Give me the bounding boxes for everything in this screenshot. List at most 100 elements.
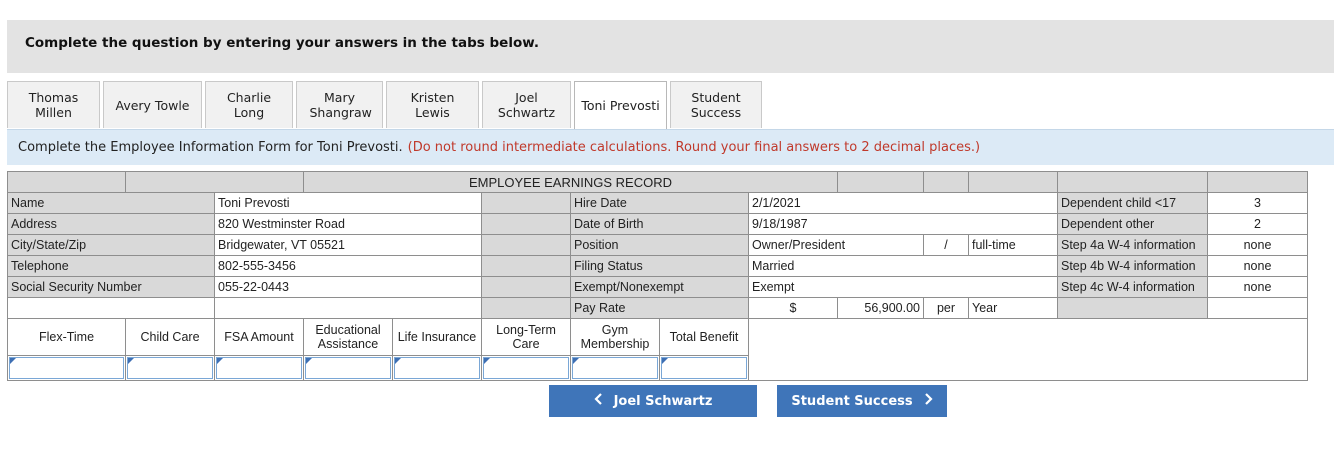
header-flex-time: Flex-Time — [7, 318, 126, 356]
tab-label: Student Success — [690, 90, 742, 120]
label-name: Name — [7, 192, 215, 214]
header-cell — [1057, 171, 1208, 193]
pay-currency: $ — [748, 297, 838, 319]
label-step-4b: Step 4b W-4 information — [1057, 255, 1208, 277]
label-step-4c: Step 4c W-4 information — [1057, 276, 1208, 298]
long-term-care-cell — [481, 355, 571, 381]
total-benefit-input[interactable] — [661, 357, 747, 379]
life-insurance-cell — [392, 355, 482, 381]
tab-thomas-millen[interactable]: Thomas Millen — [7, 81, 100, 128]
next-tab-button[interactable]: Student Success — [777, 385, 947, 417]
header-fsa-amount: FSA Amount — [214, 318, 304, 356]
banner-text: Complete the question by entering your a… — [25, 35, 539, 51]
header-educational-assistance: Educational Assistance — [303, 318, 393, 356]
empty-cell — [7, 297, 215, 319]
value-city: Bridgewater, VT 05521 — [214, 234, 482, 256]
value-filing-status: Married — [748, 255, 1058, 277]
spacer-cell — [481, 276, 571, 298]
instruction-bar: Complete the Employee Information Form f… — [7, 129, 1334, 165]
child-care-cell — [125, 355, 215, 381]
spacer-cell — [481, 213, 571, 235]
tab-student-success[interactable]: Student Success — [670, 81, 762, 128]
chevron-right-icon — [923, 393, 933, 409]
spacer-cell — [481, 255, 571, 277]
header-cell — [125, 171, 304, 193]
prev-tab-label: Joel Schwartz — [613, 393, 713, 409]
value-address: 820 Westminster Road — [214, 213, 482, 235]
value-step-4a: none — [1207, 234, 1308, 256]
label-dependent-other: Dependent other — [1057, 213, 1208, 235]
question-banner: Complete the question by entering your a… — [7, 20, 1334, 73]
label-position: Position — [570, 234, 749, 256]
record-title: EMPLOYEE EARNINGS RECORD — [303, 171, 838, 193]
value-ssn: 055-22-0443 — [214, 276, 482, 298]
spacer-cell — [1057, 297, 1208, 319]
long-term-care-input[interactable] — [483, 357, 569, 379]
prev-tab-button[interactable]: Joel Schwartz — [549, 385, 757, 417]
spacer-cell — [481, 297, 571, 319]
value-name: Toni Prevosti — [214, 192, 482, 214]
spacer-cell — [481, 192, 571, 214]
value-exempt: Exempt — [748, 276, 1058, 298]
value-position-type: full-time — [968, 234, 1058, 256]
label-telephone: Telephone — [7, 255, 215, 277]
fsa-amount-input[interactable] — [216, 357, 302, 379]
header-child-care: Child Care — [125, 318, 215, 356]
header-total-benefit: Total Benefit — [659, 318, 749, 356]
next-tab-label: Student Success — [791, 393, 913, 409]
instruction-text: Complete the Employee Information Form f… — [18, 140, 403, 155]
tab-charlie-long[interactable]: Charlie Long — [205, 81, 293, 128]
educational-assistance-input[interactable] — [305, 357, 391, 379]
tab-avery-towle[interactable]: Avery Towle — [103, 81, 202, 128]
header-gym-membership: Gym Membership — [570, 318, 660, 356]
fsa-amount-cell — [214, 355, 304, 381]
label-step-4a: Step 4a W-4 information — [1057, 234, 1208, 256]
pay-amount: 56,900.00 — [837, 297, 924, 319]
child-care-input[interactable] — [127, 357, 213, 379]
life-insurance-input[interactable] — [394, 357, 480, 379]
label-hire-date: Hire Date — [570, 192, 749, 214]
tab-label: Mary Shangraw — [309, 90, 372, 120]
header-long-term-care: Long-Term Care — [481, 318, 571, 356]
pay-per: per — [923, 297, 969, 319]
header-cell — [7, 171, 126, 193]
flex-time-input[interactable] — [9, 357, 124, 379]
label-filing-status: Filing Status — [570, 255, 749, 277]
empty-cell — [214, 297, 482, 319]
value-hire-date: 2/1/2021 — [748, 192, 1058, 214]
label-exempt: Exempt/Nonexempt — [570, 276, 749, 298]
label-dependent-child: Dependent child <17 — [1057, 192, 1208, 214]
tab-toni-prevosti[interactable]: Toni Prevosti — [574, 81, 667, 129]
header-life-insurance: Life Insurance — [392, 318, 482, 356]
chevron-left-icon — [594, 393, 604, 409]
gym-membership-cell — [570, 355, 660, 381]
value-step-4b: none — [1207, 255, 1308, 277]
employee-earnings-record: EMPLOYEE EARNINGS RECORD Name Toni Prevo… — [7, 171, 1308, 381]
pay-period: Year — [968, 297, 1058, 319]
label-pay-rate: Pay Rate — [570, 297, 749, 319]
position-separator: / — [923, 234, 969, 256]
flex-time-cell — [7, 355, 126, 381]
label-address: Address — [7, 213, 215, 235]
value-step-4c: none — [1207, 276, 1308, 298]
header-cell — [923, 171, 969, 193]
label-city: City/State/Zip — [7, 234, 215, 256]
educational-assistance-cell — [303, 355, 393, 381]
gym-membership-input[interactable] — [572, 357, 658, 379]
tab-joel-schwartz[interactable]: Joel Schwartz — [482, 81, 571, 128]
empty-area — [748, 318, 1308, 381]
value-dependent-child: 3 — [1207, 192, 1308, 214]
header-cell — [837, 171, 924, 193]
instruction-note: (Do not round intermediate calculations.… — [407, 140, 981, 155]
value-telephone: 802-555-3456 — [214, 255, 482, 277]
empty-cell — [1207, 297, 1308, 319]
total-benefit-cell — [659, 355, 749, 381]
tab-kristen-lewis[interactable]: Kristen Lewis — [386, 81, 479, 128]
employee-tabs: Thomas Millen Avery Towle Charlie Long M… — [7, 81, 765, 129]
header-cell — [1207, 171, 1308, 193]
tab-mary-shangraw[interactable]: Mary Shangraw — [296, 81, 383, 128]
value-dob: 9/18/1987 — [748, 213, 1058, 235]
label-ssn: Social Security Number — [7, 276, 215, 298]
spacer-cell — [481, 234, 571, 256]
value-dependent-other: 2 — [1207, 213, 1308, 235]
